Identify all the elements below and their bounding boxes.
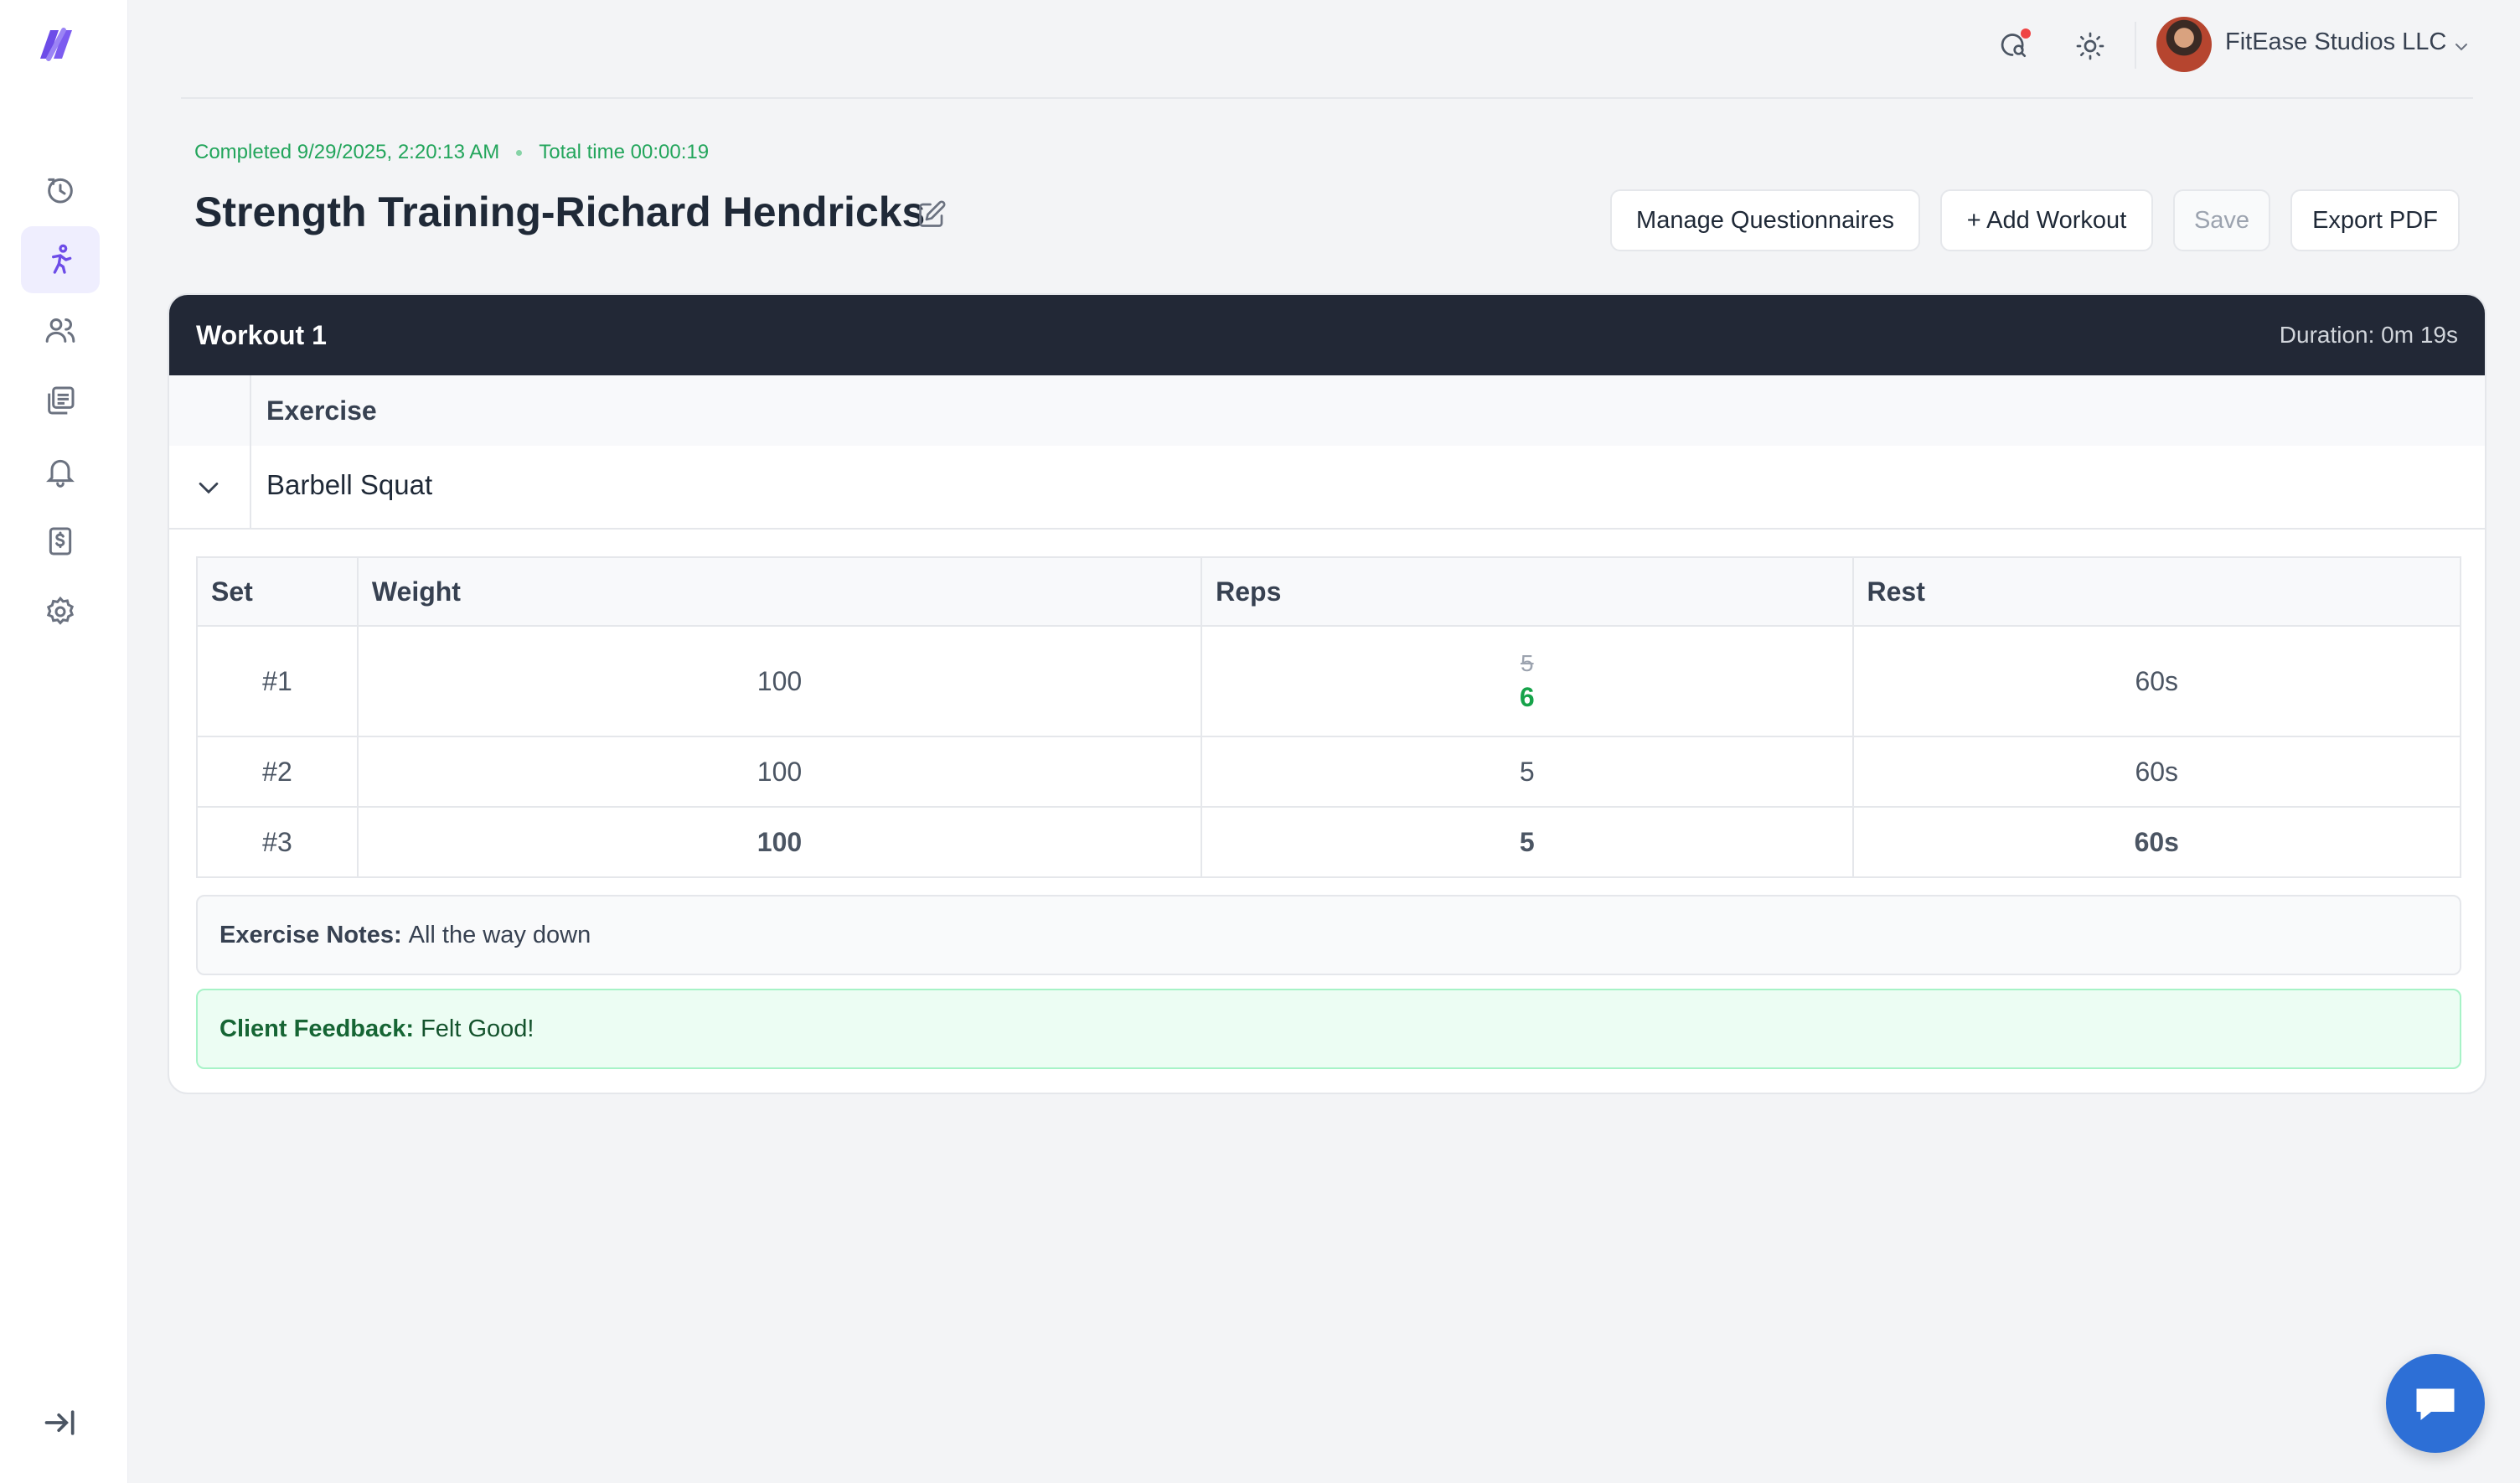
exercise-row[interactable]: Barbell Squat: [169, 446, 2485, 530]
set-reps: 5 6: [1201, 625, 1854, 737]
add-workout-button[interactable]: + Add Workout: [1940, 189, 2153, 251]
notification-dot: [2021, 28, 2031, 39]
workout-card: Workout 1 Duration: 0m 19s Exercise Barb…: [168, 293, 2486, 1094]
settings-icon: [46, 596, 75, 625]
set-rest: 60s: [1851, 806, 2462, 878]
sidebar: [0, 0, 128, 1483]
set-column-header: Set: [196, 556, 359, 627]
chat-button[interactable]: [2386, 1354, 2485, 1453]
column-divider: [250, 375, 251, 528]
reps-column-header: Reps: [1201, 556, 1854, 627]
client-feedback-label: Client Feedback:: [219, 1015, 415, 1042]
exercise-notes-text: All the way down: [408, 921, 591, 948]
total-time-label: Total time: [539, 141, 625, 163]
exercise-column-header: Exercise: [266, 395, 377, 426]
chevron-down-icon[interactable]: [2451, 37, 2471, 57]
manage-questionnaires-button[interactable]: Manage Questionnaires: [1610, 189, 1920, 251]
nav-history[interactable]: [21, 156, 100, 223]
completed-reps: 6: [1519, 681, 1535, 712]
set-weight: 100: [356, 736, 1203, 808]
billing-icon: [49, 527, 72, 555]
set-weight: 100: [356, 625, 1203, 737]
logo-icon[interactable]: [37, 25, 82, 62]
exercise-notes-label: Exercise Notes:: [219, 921, 402, 948]
set-number: #3: [196, 806, 359, 878]
theme-toggle-button[interactable]: [2069, 25, 2111, 67]
exercise-header-row: Exercise: [169, 375, 2485, 447]
workout-duration: Duration: 0m 19s: [2279, 322, 2458, 348]
set-weight: 100: [356, 806, 1203, 878]
collapse-sidebar-icon: [44, 1410, 75, 1435]
client-feedback-text: Felt Good!: [421, 1015, 534, 1042]
workout-icon: [52, 244, 72, 274]
total-time-value: 00:00:19: [630, 141, 710, 163]
sets-header-row: Set Weight Reps Rest: [196, 556, 2462, 627]
table-row: #3 100 5 60s: [196, 806, 2462, 878]
nav-billing[interactable]: [21, 508, 100, 575]
save-button[interactable]: Save: [2173, 189, 2270, 251]
history-icon: [48, 178, 73, 204]
avatar[interactable]: [2156, 17, 2212, 72]
nav-notifications[interactable]: [21, 437, 100, 504]
session-meta: Completed 9/29/2025, 2:20:13 AM Total ti…: [194, 141, 709, 164]
set-number: #2: [196, 736, 359, 808]
topbar-separator: [181, 97, 2473, 99]
set-rest: 60s: [1851, 736, 2462, 808]
library-icon: [48, 386, 75, 415]
set-number: #1: [196, 625, 359, 737]
set-rest: 60s: [1851, 625, 2462, 737]
total-time: Total time 00:00:19: [539, 141, 709, 164]
nav-clients[interactable]: [21, 297, 100, 364]
sun-icon: [2076, 32, 2104, 60]
set-reps: 5: [1201, 736, 1854, 808]
clients-icon: [45, 318, 75, 343]
meta-separator-dot: [516, 149, 523, 156]
table-row: #2 100 5 60s: [196, 736, 2462, 808]
workout-header: Workout 1 Duration: 0m 19s: [169, 295, 2485, 375]
nav-settings[interactable]: [21, 578, 100, 645]
completed-timestamp: Completed 9/29/2025, 2:20:13 AM: [194, 141, 500, 163]
edit-icon[interactable]: [917, 199, 947, 230]
rest-column-header: Rest: [1851, 556, 2462, 627]
client-feedback: Client Feedback: Felt Good!: [196, 989, 2461, 1069]
exercise-notes: Exercise Notes: All the way down: [196, 895, 2461, 975]
search-chat-button[interactable]: [1994, 25, 2036, 67]
nav-library[interactable]: [21, 367, 100, 434]
bell-icon: [46, 459, 75, 488]
set-reps: 5: [1201, 806, 1854, 878]
chevron-down-icon[interactable]: [194, 474, 223, 503]
collapse-sidebar-button[interactable]: [42, 1404, 79, 1441]
sets-table: Set Weight Reps Rest #1 100 5 6 60s #2 1…: [196, 556, 2462, 878]
topbar-divider: [2135, 22, 2136, 69]
weight-column-header: Weight: [356, 556, 1203, 627]
account-name[interactable]: FitEase Studios LLC: [2225, 28, 2446, 56]
workout-title: Workout 1: [196, 319, 327, 350]
export-pdf-button[interactable]: Export PDF: [2290, 189, 2460, 251]
chat-icon: [2416, 1388, 2455, 1420]
nav-workouts[interactable]: [21, 226, 100, 293]
exercise-name: Barbell Squat: [266, 469, 433, 500]
original-reps: 5: [1521, 649, 1534, 676]
table-row: #1 100 5 6 60s: [196, 625, 2462, 737]
page-title: Strength Training-Richard Hendricks: [194, 189, 926, 235]
